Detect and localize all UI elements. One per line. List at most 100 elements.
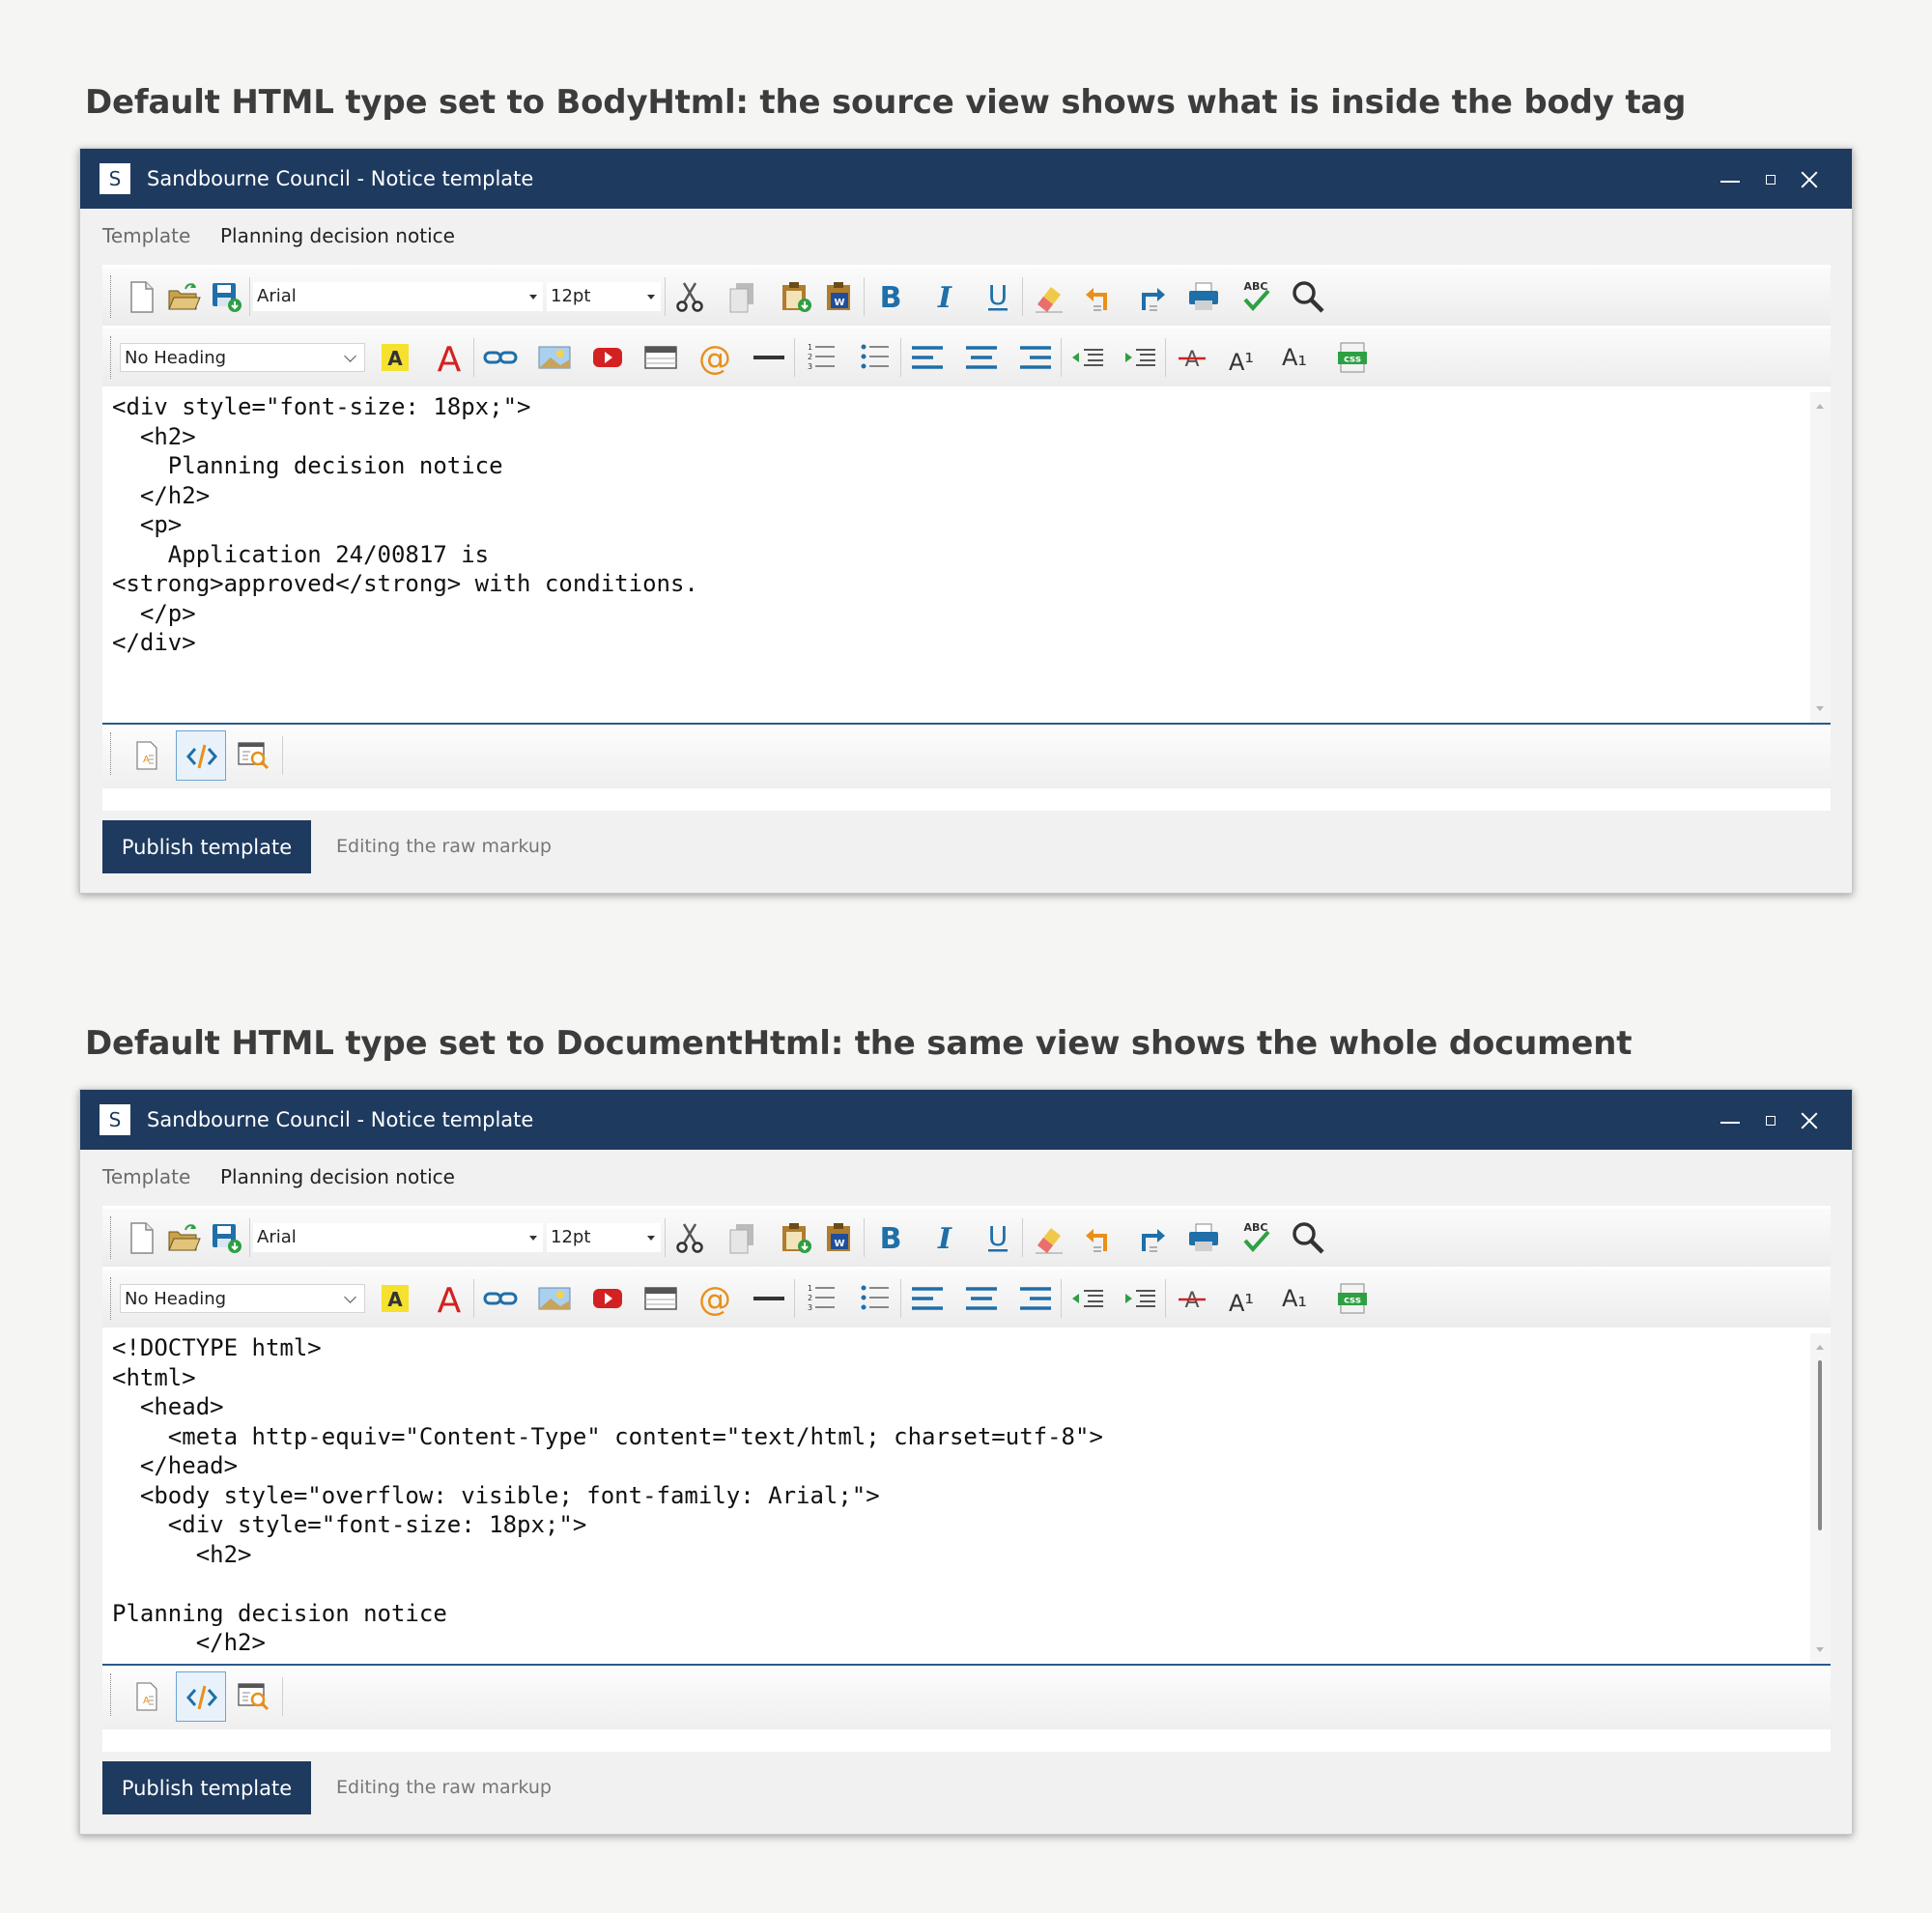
font-color-icon[interactable]: A [430,1279,469,1318]
maximize-button[interactable] [1751,1090,1790,1150]
design-view-button[interactable]: A [122,730,172,781]
toolbar-grip[interactable] [110,1673,113,1716]
bold-icon[interactable]: B [871,1218,910,1257]
scroll-down-arrow-icon[interactable] [1816,1647,1824,1652]
strikethrough-icon[interactable]: A [1173,1279,1211,1318]
table-icon[interactable] [641,338,680,377]
font-size-select[interactable]: 12pt [547,1223,661,1252]
preview-button[interactable] [228,730,278,781]
copy-icon[interactable] [723,1218,761,1257]
close-button[interactable] [1790,149,1829,209]
highlight-color-icon[interactable]: A [376,338,414,377]
eraser-icon[interactable] [1030,277,1068,316]
publish-template-button[interactable]: Publish template [102,1761,311,1814]
email-link-icon[interactable]: @ [696,338,734,377]
save-icon[interactable] [207,1218,245,1257]
html-source-editor[interactable]: <div style="font-size: 18px;"> <h2> Plan… [102,392,1810,723]
outdent-icon[interactable] [1068,1279,1107,1318]
italic-icon[interactable]: I [925,277,964,316]
font-color-icon[interactable]: A [430,338,469,377]
superscript-icon[interactable]: A¹ [1226,338,1264,377]
scrollbar-thumb[interactable] [1818,1360,1822,1530]
eraser-icon[interactable] [1030,1218,1068,1257]
publish-template-button[interactable]: Publish template [102,820,311,873]
video-icon[interactable] [588,1279,627,1318]
hyperlink-icon[interactable] [481,338,520,377]
email-link-icon[interactable]: @ [696,1279,734,1318]
numbered-list-icon[interactable]: 123 [802,338,840,377]
horizontal-rule-icon[interactable] [750,1279,788,1318]
toolbar-grip[interactable] [110,336,113,379]
vertical-scrollbar[interactable] [1810,1333,1831,1664]
horizontal-rule-icon[interactable] [750,338,788,377]
css-icon[interactable]: css [1333,338,1372,377]
html-source-editor[interactable]: <!DOCTYPE html> <html> <head> <meta http-… [102,1333,1810,1664]
toolbar-grip[interactable] [110,1216,113,1259]
superscript-icon[interactable]: A¹ [1226,1279,1264,1318]
align-center-icon[interactable] [962,1279,1001,1318]
spellcheck-icon[interactable]: ABC [1236,1218,1275,1257]
image-icon[interactable] [535,1279,574,1318]
hyperlink-icon[interactable] [481,1279,520,1318]
numbered-list-icon[interactable]: 123 [802,1279,840,1318]
image-icon[interactable] [535,338,574,377]
font-family-select[interactable]: Arial [253,282,543,311]
highlight-color-icon[interactable]: A [376,1279,414,1318]
vertical-scrollbar[interactable] [1810,392,1831,723]
subscript-icon[interactable]: A₁ [1279,338,1318,377]
design-view-button[interactable]: A [122,1671,172,1722]
toolbar-grip[interactable] [110,275,113,318]
open-folder-icon[interactable] [164,277,203,316]
minimize-button[interactable] [1711,1090,1749,1150]
html-source-button[interactable] [176,730,226,781]
print-icon[interactable] [1184,1218,1223,1257]
open-folder-icon[interactable] [164,1218,203,1257]
preview-button[interactable] [228,1671,278,1722]
font-family-select[interactable]: Arial [253,1223,543,1252]
underline-icon[interactable]: U [979,277,1017,316]
heading-style-select[interactable]: No Heading [120,343,365,372]
video-icon[interactable] [588,338,627,377]
maximize-button[interactable] [1751,149,1790,209]
toolbar-grip[interactable] [110,1277,113,1320]
align-right-icon[interactable] [1016,338,1055,377]
paste-from-word-icon[interactable]: W [819,277,858,316]
align-center-icon[interactable] [962,338,1001,377]
bold-icon[interactable]: B [871,277,910,316]
italic-icon[interactable]: I [925,1218,964,1257]
find-icon[interactable] [1289,277,1327,316]
indent-icon[interactable] [1121,338,1159,377]
outdent-icon[interactable] [1068,338,1107,377]
paste-icon[interactable] [777,277,815,316]
scroll-up-arrow-icon[interactable] [1816,1345,1824,1350]
align-right-icon[interactable] [1016,1279,1055,1318]
paste-from-word-icon[interactable]: W [819,1218,858,1257]
align-left-icon[interactable] [908,338,947,377]
minimize-button[interactable] [1711,149,1749,209]
print-icon[interactable] [1184,277,1223,316]
new-document-icon[interactable] [122,1218,160,1257]
css-icon[interactable]: css [1333,1279,1372,1318]
font-size-select[interactable]: 12pt [547,282,661,311]
close-button[interactable] [1790,1090,1829,1150]
new-document-icon[interactable] [122,277,160,316]
redo-icon[interactable] [1132,1218,1171,1257]
undo-icon[interactable] [1080,1218,1119,1257]
indent-icon[interactable] [1121,1279,1159,1318]
cut-icon[interactable] [670,277,709,316]
subscript-icon[interactable]: A₁ [1279,1279,1318,1318]
bulleted-list-icon[interactable] [856,1279,895,1318]
scroll-down-arrow-icon[interactable] [1816,706,1824,711]
underline-icon[interactable]: U [979,1218,1017,1257]
bulleted-list-icon[interactable] [856,338,895,377]
find-icon[interactable] [1289,1218,1327,1257]
scroll-up-arrow-icon[interactable] [1816,404,1824,409]
table-icon[interactable] [641,1279,680,1318]
strikethrough-icon[interactable]: A [1173,338,1211,377]
save-icon[interactable] [207,277,245,316]
heading-style-select[interactable]: No Heading [120,1284,365,1313]
paste-icon[interactable] [777,1218,815,1257]
copy-icon[interactable] [723,277,761,316]
undo-icon[interactable] [1080,277,1119,316]
align-left-icon[interactable] [908,1279,947,1318]
